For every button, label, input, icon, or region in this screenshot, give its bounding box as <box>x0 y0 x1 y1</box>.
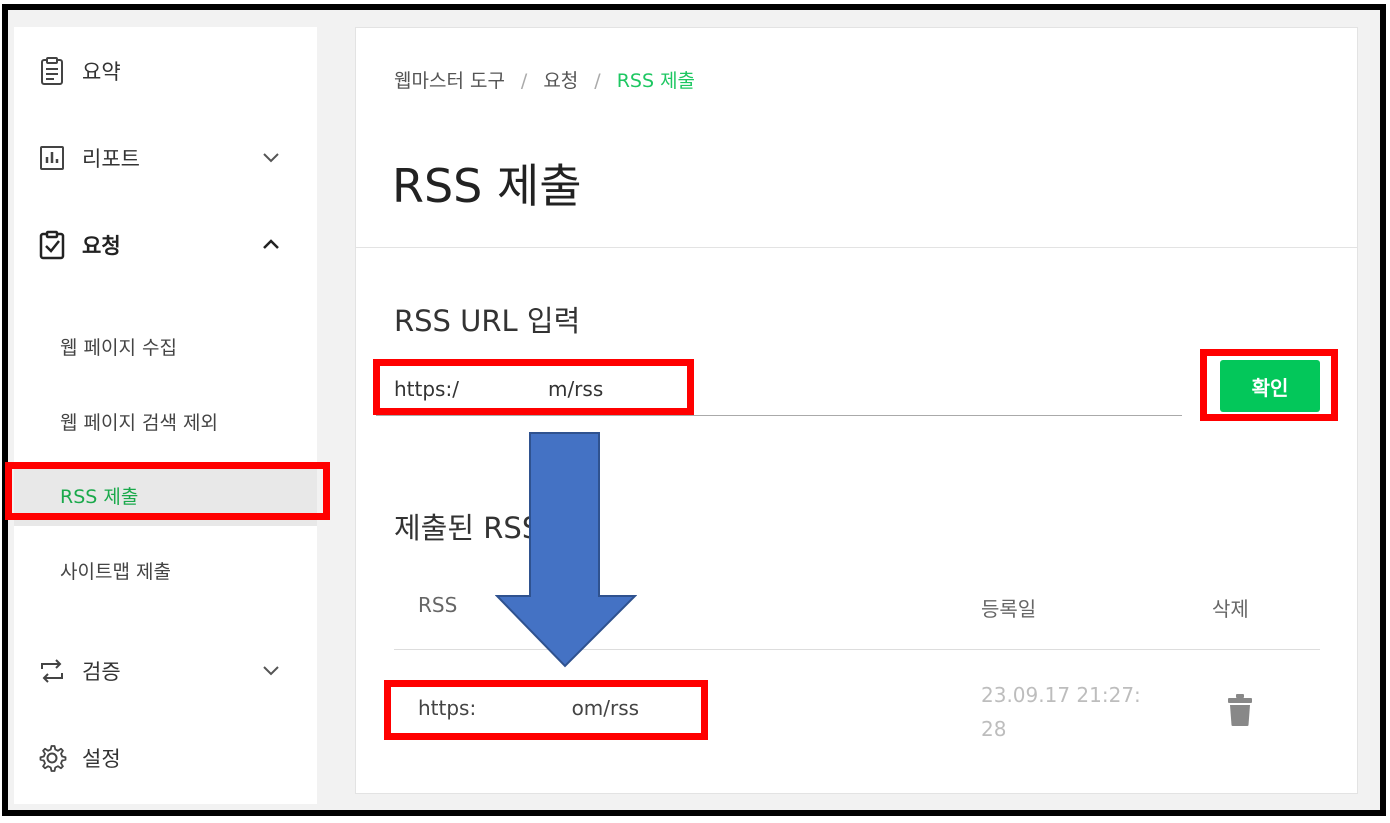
confirm-button[interactable]: 확인 <box>1220 360 1320 412</box>
date-cell: 23.09.17 21:27: 28 <box>981 678 1171 746</box>
column-header-rss: RSS <box>418 593 458 617</box>
sidebar-subitem-page-crawl[interactable]: 웹 페이지 수집 <box>14 313 317 377</box>
trash-icon[interactable] <box>1227 693 1253 727</box>
sidebar: 요약 리포트 요청 웹 페이지 수집 웹 페이지 검색 제외 RSS 제출 사이… <box>14 27 317 804</box>
chevron-down-icon[interactable] <box>260 146 282 168</box>
bar-chart-icon <box>40 146 64 170</box>
sidebar-item-summary[interactable]: 요약 <box>14 41 317 101</box>
breadcrumb: 웹마스터 도구 / 요청 / RSS 제출 <box>394 66 695 93</box>
rss-url-cell[interactable]: https: om/rss <box>418 696 639 720</box>
column-header-date: 등록일 <box>981 597 1037 621</box>
sidebar-subitem-label: RSS 제출 <box>60 486 139 508</box>
date-line-2: 28 <box>981 717 1007 741</box>
sidebar-item-settings[interactable]: 설정 <box>14 728 317 788</box>
sidebar-item-label: 리포트 <box>82 147 140 171</box>
gear-icon <box>39 745 67 772</box>
sidebar-item-verify[interactable]: 검증 <box>14 641 317 701</box>
column-header-delete: 삭제 <box>1212 597 1249 621</box>
chevron-down-icon[interactable] <box>260 659 282 681</box>
sidebar-subitem-rss-submit[interactable]: RSS 제출 <box>14 462 317 526</box>
page-title: RSS 제출 <box>392 159 582 213</box>
sidebar-subitem-label: 웹 페이지 검색 제외 <box>60 412 218 434</box>
sidebar-subitem-sitemap-submit[interactable]: 사이트맵 제출 <box>14 537 317 601</box>
header-divider <box>356 247 1357 248</box>
sidebar-item-label: 요청 <box>82 234 121 258</box>
repeat-arrows-icon <box>41 659 63 683</box>
clipboard-check-icon <box>39 230 65 260</box>
breadcrumb-item-current: RSS 제출 <box>616 70 696 92</box>
sidebar-item-label: 요약 <box>82 60 121 84</box>
breadcrumb-item-request[interactable]: 요청 <box>543 70 578 92</box>
breadcrumb-separator: / <box>520 70 528 92</box>
rss-url-section-title: RSS URL 입력 <box>394 304 581 338</box>
sidebar-subitem-label: 사이트맵 제출 <box>60 561 171 583</box>
sidebar-item-label: 설정 <box>82 747 121 771</box>
breadcrumb-separator: / <box>594 70 601 92</box>
date-line-1: 23.09.17 21:27: <box>981 683 1141 707</box>
sidebar-item-label: 검증 <box>82 660 121 684</box>
sidebar-item-request[interactable]: 요청 <box>14 215 317 275</box>
sidebar-subitem-label: 웹 페이지 수집 <box>60 337 177 359</box>
down-arrow-annotation <box>495 432 637 668</box>
sidebar-item-report[interactable]: 리포트 <box>14 128 317 188</box>
breadcrumb-item-webmaster[interactable]: 웹마스터 도구 <box>394 70 505 92</box>
rss-url-input[interactable] <box>376 363 1182 416</box>
chevron-up-icon[interactable] <box>260 233 282 255</box>
clipboard-list-icon <box>41 57 63 85</box>
sidebar-subitem-search-exclude[interactable]: 웹 페이지 검색 제외 <box>14 388 317 452</box>
main-panel: 웹마스터 도구/요청/RSS 제출 RSS 제출 RSS URL 입력 확인 제… <box>355 27 1358 794</box>
